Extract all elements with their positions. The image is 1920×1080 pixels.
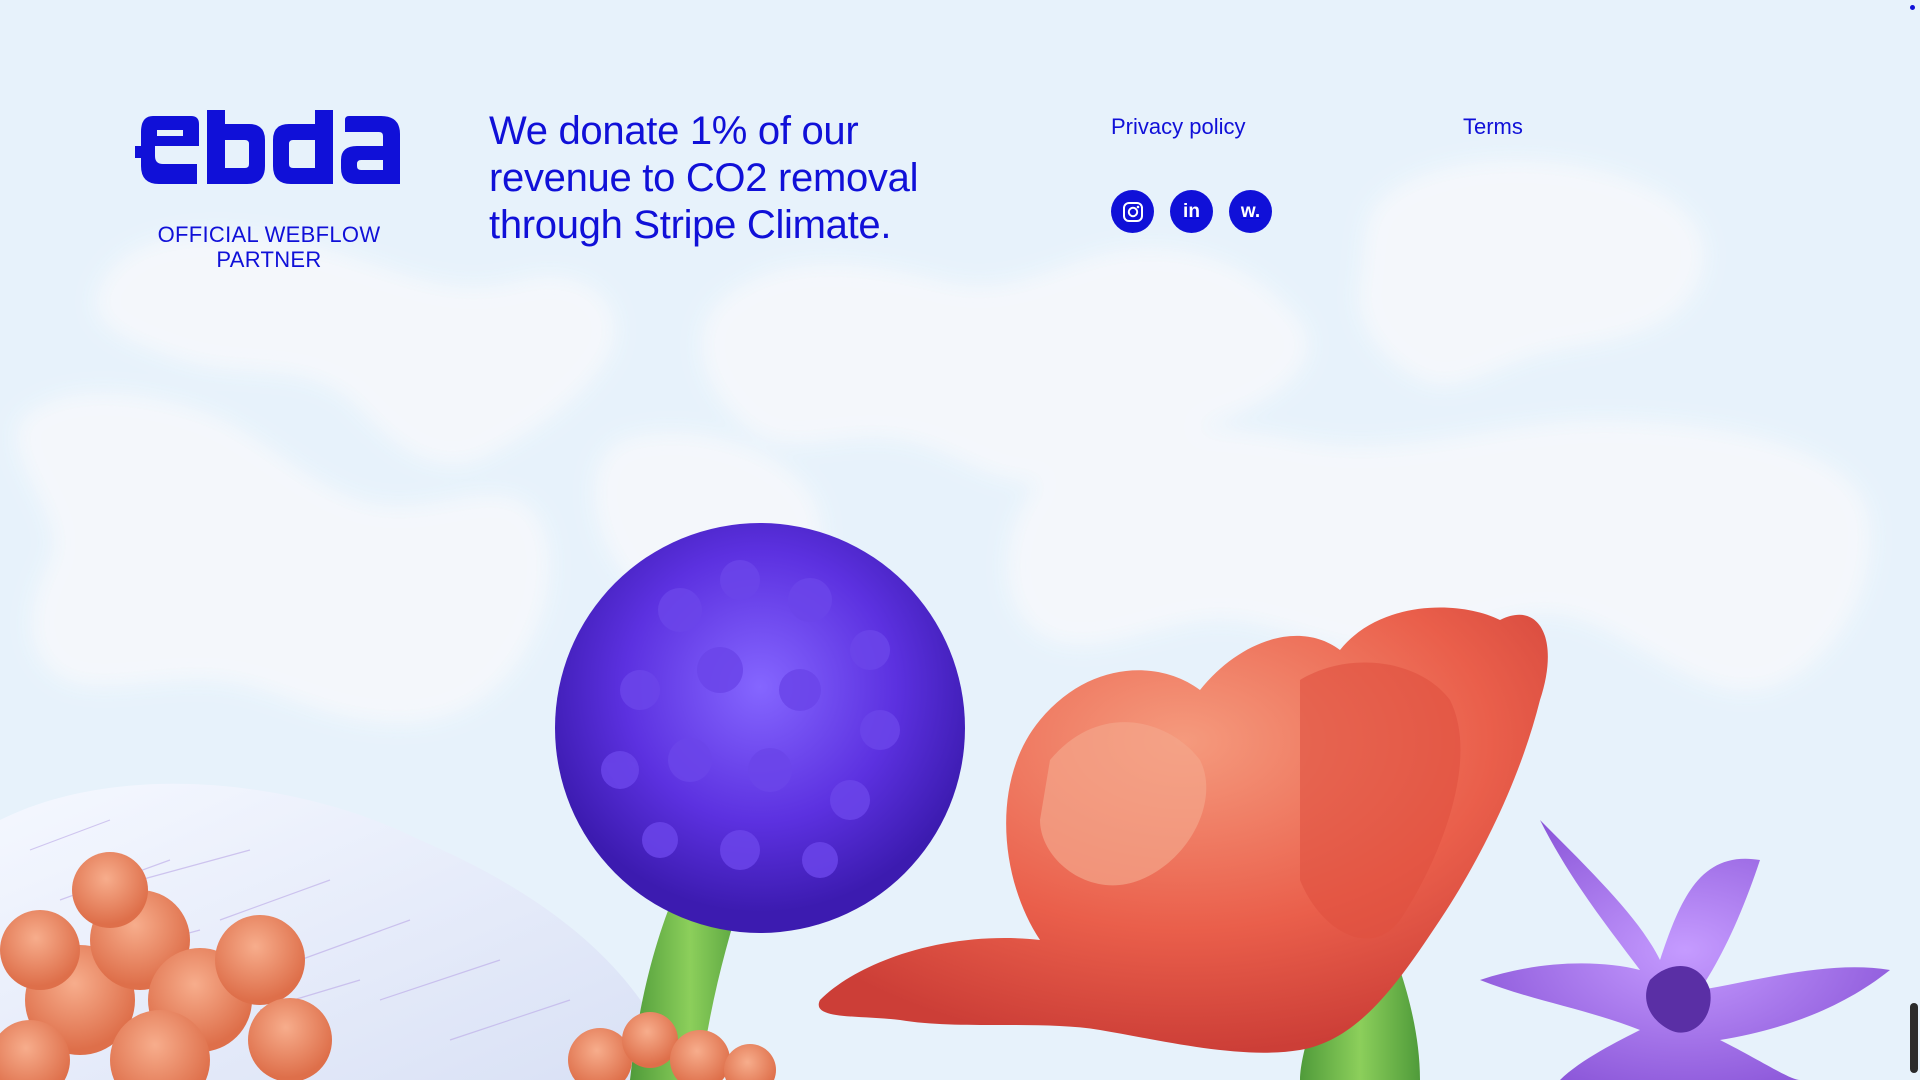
webflow-partner-badge: OFFICIAL WEBFLOW PARTNER: [157, 222, 381, 272]
privacy-policy-link[interactable]: Privacy policy: [1111, 114, 1245, 140]
instagram-link[interactable]: [1111, 190, 1154, 233]
webflow-link[interactable]: w.: [1229, 190, 1272, 233]
site-footer: OFFICIAL WEBFLOW PARTNER We donate 1% of…: [0, 0, 1920, 300]
scrollbar[interactable]: [1908, 0, 1920, 1080]
webflow-icon: w.: [1240, 200, 1261, 222]
social-links: in w.: [1111, 190, 1272, 233]
donation-tagline: We donate 1% of our revenue to CO2 remov…: [489, 109, 919, 247]
terms-link[interactable]: Terms: [1463, 114, 1523, 140]
ebda-logo[interactable]: [135, 110, 400, 190]
linkedin-link[interactable]: in: [1170, 190, 1213, 233]
ebda-logo-mark: [135, 110, 400, 184]
scrollbar-thumb[interactable]: [1910, 1003, 1918, 1073]
instagram-icon: [1122, 201, 1143, 222]
linkedin-icon: in: [1183, 200, 1200, 222]
